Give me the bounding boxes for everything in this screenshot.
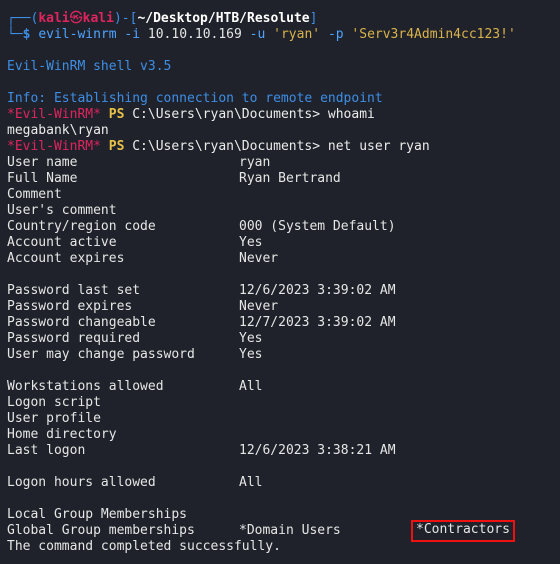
row-user-profile: User profile (7, 411, 101, 426)
ps-label: PS (108, 139, 125, 154)
shell-command-line: └─$ evil-winrm -i 10.10.10.169 -u 'ryan'… (7, 27, 516, 42)
row-logon-hours: Logon hours allowed All (7, 475, 263, 490)
target-ip: 10.10.10.169 (147, 27, 242, 42)
banner-text: Evil-WinRM shell v3.5 (7, 59, 172, 74)
whoami-output: megabank\ryan (7, 123, 109, 138)
password-arg: 'Serv3r4Admin4cc123!' (351, 27, 516, 42)
ps-label: PS (108, 107, 125, 122)
shell-prompt-header: ┌──(kali㉿kali)-[~/Desktop/HTB/Resolute] (7, 11, 318, 26)
row-password-expires: Password expires Never (7, 299, 279, 314)
row-last-logon: Last logon 12/6/2023 3:38:21 AM (7, 443, 396, 458)
row-account-expires: Account expires Never (7, 251, 279, 266)
evil-winrm-tag: *Evil-WinRM* (7, 139, 101, 154)
flag-i: -i (124, 27, 141, 42)
prompt-host: kali (82, 11, 114, 26)
prompt-at: ㉿ (69, 11, 83, 26)
row-password-required: Password required Yes (7, 331, 263, 346)
contractors-highlight-box: *Contractors (411, 520, 515, 542)
prompt-path: ~/Desktop/HTB/Resolute (137, 11, 310, 26)
terminal-window[interactable]: ┌──(kali㉿kali)-[~/Desktop/HTB/Resolute] … (0, 0, 560, 564)
row-password-last-set: Password last set 12/6/2023 3:39:02 AM (7, 283, 396, 298)
row-full-name: Full Name Ryan Bertrand (7, 171, 341, 186)
ps-path: C:\Users\ryan\Documents> (132, 139, 321, 154)
command-net-user: net user ryan (327, 139, 430, 154)
flag-u: -u (249, 27, 266, 42)
row-users-comment: User's comment (7, 203, 117, 218)
command-complete-message: The command completed successfully. (7, 539, 281, 554)
row-logon-script: Logon script (7, 395, 101, 410)
ps-prompt-whoami: *Evil-WinRM* PS C:\Users\ryan\Documents>… (7, 107, 375, 123)
row-comment: Comment (7, 187, 62, 202)
info-text: Info: Establishing connection to remote … (7, 91, 383, 106)
user-arg: 'ryan' (273, 27, 321, 42)
prompt-user: kali (38, 11, 70, 26)
ps-path: C:\Users\ryan\Documents> (132, 107, 321, 122)
row-user-name: User name ryan (7, 155, 271, 170)
row-global-groups: Global Group memberships *Domain Users (7, 523, 341, 538)
prompt-dollar: $ (22, 27, 31, 42)
row-home-directory: Home directory (7, 427, 117, 442)
command-whoami: whoami (327, 107, 375, 122)
row-local-groups: Local Group Memberships (7, 507, 188, 522)
flag-p: -p (327, 27, 344, 42)
row-country-code: Country/region code 000 (System Default) (7, 219, 396, 234)
ps-prompt-netuser: *Evil-WinRM* PS C:\Users\ryan\Documents>… (7, 139, 430, 155)
evil-winrm-tag: *Evil-WinRM* (7, 107, 101, 122)
row-workstations: Workstations allowed All (7, 379, 263, 394)
row-password-changeable: Password changeable 12/7/2023 3:39:02 AM (7, 315, 396, 330)
row-account-active: Account active Yes (7, 235, 263, 250)
contractors-group: *Contractors (416, 522, 510, 537)
command-name: evil-winrm (38, 27, 117, 42)
row-user-may-change: User may change password Yes (7, 347, 263, 362)
